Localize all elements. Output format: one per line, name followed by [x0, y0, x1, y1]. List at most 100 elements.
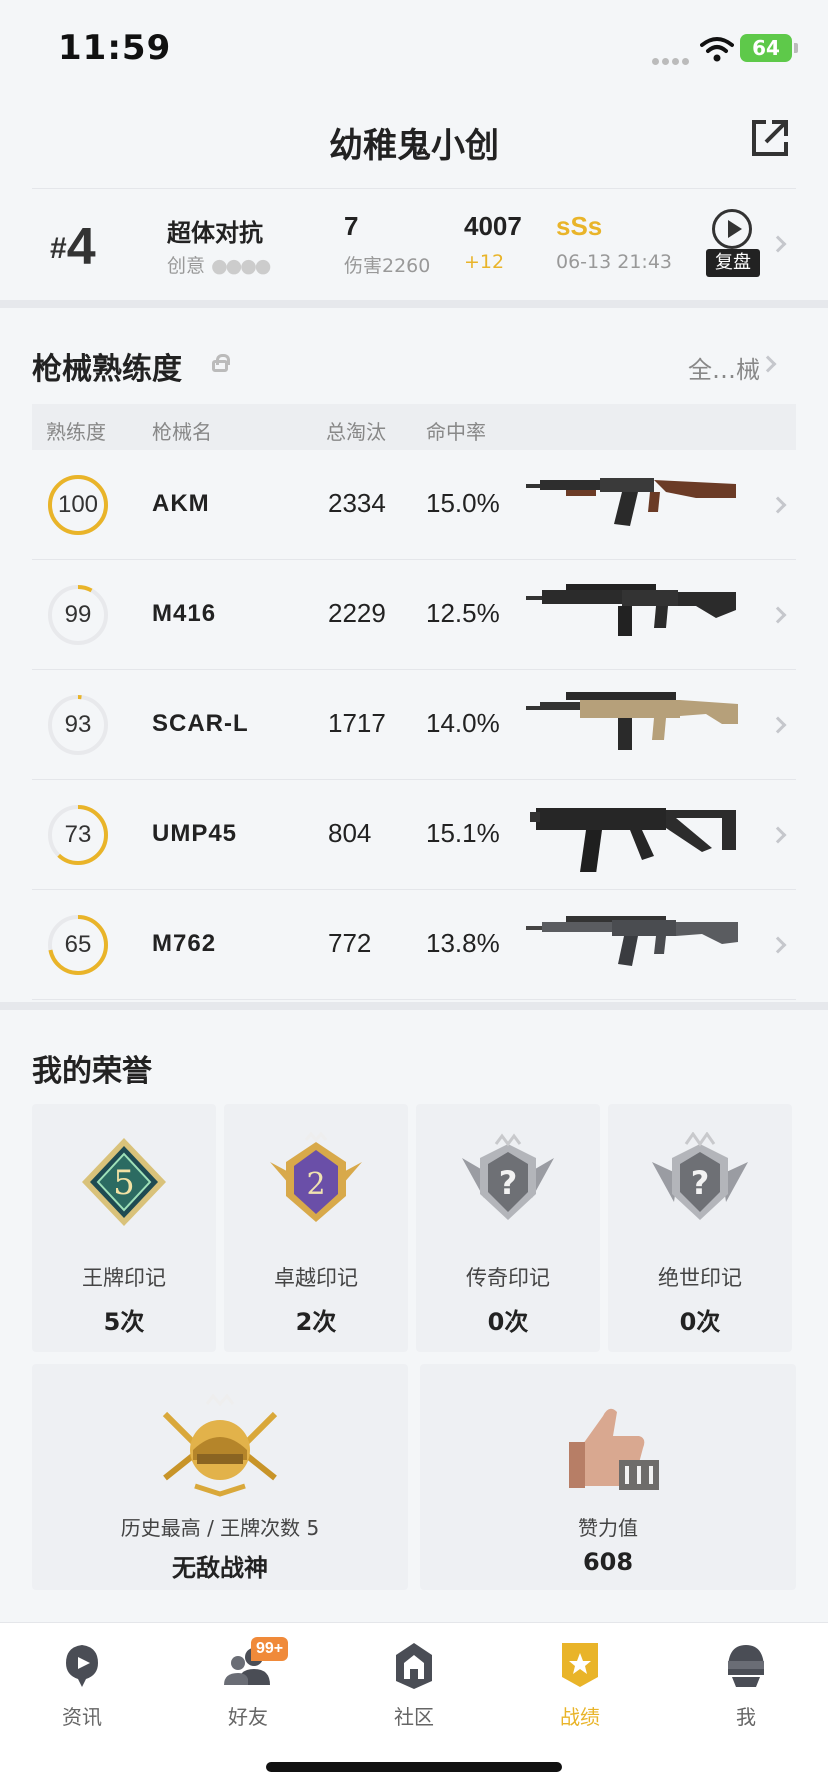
- highest-tier-value: 无敌战神: [172, 1554, 268, 1582]
- status-time: 11:59: [58, 28, 172, 68]
- thumbs-up-icon: [569, 1408, 659, 1490]
- mastery-level: 99: [64, 601, 92, 628]
- chevron-right-icon: [769, 716, 787, 734]
- honor-card-legend[interactable]: ? 传奇印记 0次: [416, 1104, 600, 1352]
- column-header-name: 枪械名: [152, 420, 212, 444]
- weapon-hit-rate: 14.0%: [426, 708, 500, 738]
- mastery-level: 93: [64, 711, 92, 738]
- weapon-name: SCAR-L: [152, 710, 249, 737]
- weapon-hit-rate: 12.5%: [426, 598, 500, 628]
- match-rank: #4: [50, 218, 96, 276]
- weapon-mastery-title: 枪械熟练度: [32, 352, 182, 387]
- ump45-gun-image: [530, 808, 736, 872]
- scarl-gun-image: [526, 692, 738, 750]
- chevron-right-icon: [769, 606, 787, 624]
- chevron-right-icon: [769, 235, 787, 253]
- replay-label: 复盘: [706, 249, 760, 277]
- match-grade: sSs: [556, 211, 603, 241]
- weapon-row[interactable]: 93 SCAR-L 1717 14.0%: [32, 670, 796, 780]
- chevron-right-icon: [769, 936, 787, 954]
- news-icon: [66, 1645, 98, 1687]
- honor-count: 2次: [295, 1308, 337, 1336]
- play-icon: [712, 209, 752, 249]
- honor-count: 0次: [679, 1308, 721, 1336]
- peerless-badge-icon: ?: [652, 1132, 748, 1220]
- highest-tier-card[interactable]: 历史最高 / 王牌次数 5 无敌战神: [32, 1364, 408, 1590]
- weapon-hit-rate: 15.0%: [426, 488, 500, 518]
- record-icon: [562, 1643, 598, 1687]
- likes-label: 赞力值: [578, 1516, 638, 1540]
- weapon-kills: 2229: [328, 598, 386, 628]
- weapon-hit-rate: 15.1%: [426, 818, 500, 848]
- replay-button[interactable]: 复盘: [706, 209, 760, 279]
- weapon-name: M416: [152, 600, 217, 627]
- weapon-row[interactable]: 100 AKM 2334 15.0%: [32, 450, 796, 560]
- svg-text:?: ?: [499, 1164, 518, 1202]
- likes-value: 608: [582, 1548, 634, 1576]
- highest-tier-label: 历史最高 / 王牌次数 5: [120, 1516, 320, 1540]
- tab-news[interactable]: 资讯: [27, 1641, 137, 1751]
- column-header-level: 熟练度: [46, 420, 106, 444]
- battery-indicator: 64: [740, 34, 798, 62]
- tab-community[interactable]: 社区: [359, 1641, 469, 1751]
- match-score-delta: +12: [464, 251, 505, 273]
- tab-label: 社区: [394, 1705, 434, 1729]
- m416-gun-image: [526, 584, 736, 636]
- honor-card-peerless[interactable]: ? 绝世印记 0次: [608, 1104, 792, 1352]
- honor-count: 0次: [487, 1308, 529, 1336]
- chevron-right-icon: [769, 826, 787, 844]
- likes-card[interactable]: 赞力值 608: [420, 1364, 796, 1590]
- honor-card-excellence[interactable]: 2 卓越印记 2次: [224, 1104, 408, 1352]
- weapon-hit-rate: 13.8%: [426, 928, 500, 958]
- ace-badge-icon: 5: [82, 1138, 166, 1226]
- notification-badge: 99+: [251, 1637, 289, 1661]
- column-header-kills: 总淘汰: [326, 420, 386, 444]
- honor-label: 绝世印记: [658, 1266, 742, 1290]
- legend-badge-icon: ?: [462, 1133, 554, 1220]
- chevron-right-icon: [769, 496, 787, 514]
- page-title: 幼稚鬼小创: [329, 126, 499, 166]
- all-weapons-link[interactable]: 全…械: [688, 350, 760, 385]
- mastery-level: 73: [64, 821, 92, 848]
- mastery-level: 65: [64, 931, 92, 958]
- svg-text:5: 5: [113, 1163, 135, 1203]
- match-mode-sub: 创意 ●●●●: [167, 255, 271, 277]
- honor-card-ace[interactable]: 5 王牌印记 5次: [32, 1104, 216, 1352]
- helmet-wings-badge-icon: [162, 1394, 278, 1497]
- svg-text:?: ?: [691, 1164, 710, 1202]
- mastery-level: 100: [57, 491, 99, 518]
- svg-text:2: 2: [306, 1167, 325, 1202]
- weapon-row[interactable]: 73 UMP45 804 15.1%: [32, 780, 796, 890]
- honor-label: 王牌印记: [82, 1266, 166, 1290]
- section-divider: [0, 300, 828, 308]
- share-icon[interactable]: [748, 116, 792, 160]
- match-kills: 7: [344, 211, 359, 241]
- weapon-kills: 804: [328, 818, 372, 848]
- recent-match-row[interactable]: #4 超体对抗 创意 ●●●● 7 伤害2260 4007 +12 sSs 06…: [32, 188, 796, 300]
- weapon-row[interactable]: 65 M762 772 13.8%: [32, 890, 796, 1000]
- match-damage: 伤害2260: [344, 255, 431, 277]
- akm-gun-image: [526, 478, 736, 526]
- weapon-kills: 2334: [328, 488, 386, 518]
- match-time: 06-13 21:43: [556, 251, 673, 273]
- excellence-badge-icon: 2: [270, 1132, 362, 1222]
- status-bar: 11:59 64: [0, 0, 828, 96]
- signal-icon: [652, 50, 692, 65]
- honor-count: 5次: [103, 1308, 145, 1336]
- lock-icon: [212, 354, 230, 372]
- weapon-row[interactable]: 99 M416 2229 12.5%: [32, 560, 796, 670]
- tab-profile[interactable]: 我: [691, 1641, 801, 1751]
- weapon-name: UMP45: [152, 820, 238, 847]
- weapon-name: M762: [152, 930, 217, 957]
- weapon-kills: 1717: [328, 708, 386, 738]
- column-header-hit-rate: 命中率: [426, 420, 486, 444]
- match-mode: 超体对抗: [167, 219, 263, 247]
- tab-label: 资讯: [62, 1705, 102, 1729]
- tab-label: 我: [736, 1705, 756, 1729]
- tab-label: 好友: [228, 1705, 268, 1729]
- weapon-table-header: 熟练度 枪械名 总淘汰 命中率: [32, 404, 796, 450]
- match-score: 4007: [464, 211, 522, 241]
- tab-record[interactable]: 战绩: [525, 1641, 635, 1751]
- tab-friends[interactable]: 99+ 好友: [193, 1637, 303, 1751]
- home-indicator: [266, 1762, 562, 1772]
